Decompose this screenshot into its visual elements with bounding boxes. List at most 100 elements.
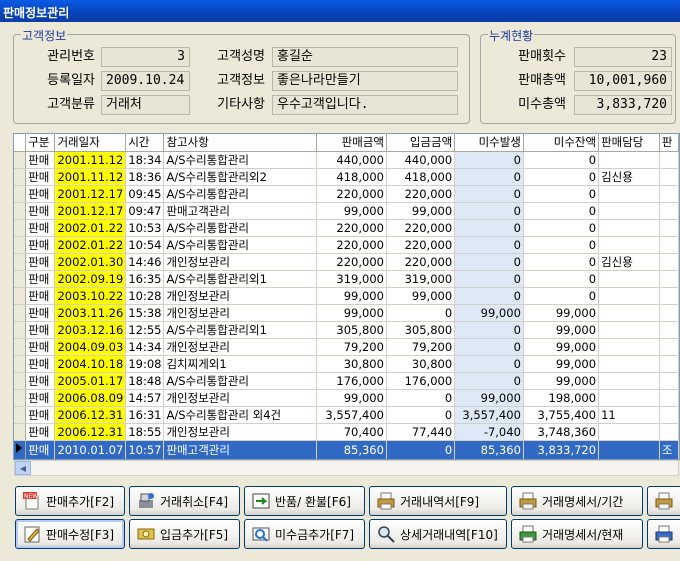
- cell-sales-amount: 30,800: [316, 355, 387, 373]
- cell-deposit-amount: 77,440: [386, 423, 456, 441]
- table-row[interactable]: 판매 2001.12.17 09:45 A/S수리통합관리 220,000 220,000…: [14, 185, 679, 203]
- horizontal-scrollbar[interactable]: ◀: [14, 460, 679, 476]
- other-notes-field[interactable]: 우수고객입니다.: [272, 95, 458, 115]
- table-row[interactable]: 판매 2001.11.12 18:34 A/S수리통합관리 440,000 440,000…: [14, 151, 679, 169]
- table-row[interactable]: 판매 2002.09.19 16:35 A/S수리통합관리외1 319,000 319,0…: [14, 270, 679, 288]
- table-row[interactable]: 판매 2001.12.17 09:47 판매고객관리 99,000 99,000 0 0: [14, 202, 679, 220]
- row-indicator[interactable]: [14, 372, 27, 390]
- mgmt-no-field[interactable]: 3: [101, 47, 190, 67]
- table-row[interactable]: 판매 2006.12.31 18:55 개인정보관리 70,400 77,440 -7,04…: [14, 423, 679, 441]
- table-row[interactable]: 판매 2005.01.17 18:48 A/S수리통합관리 176,000 176,000…: [14, 372, 679, 390]
- cell-note: A/S수리통합관리: [163, 372, 317, 390]
- detail-history-button[interactable]: 상세거래내역[F10]: [369, 519, 507, 549]
- cell-unpaid-balance: 99,000: [523, 304, 600, 322]
- col-header-note[interactable]: 참고사항: [163, 134, 317, 152]
- table-row[interactable]: 판매 2004.09.03 14:34 개인정보관리 79,200 79,200 0 99,0…: [14, 338, 679, 356]
- col-header-unpaid-incurred[interactable]: 미수발생: [454, 134, 524, 152]
- unpaid-add-button[interactable]: 미수금추가[F7]: [244, 519, 365, 549]
- statement-period-label: 거래명세서/기간: [542, 494, 624, 509]
- row-indicator[interactable]: [14, 185, 27, 203]
- col-header-sales-amount[interactable]: 판매금액: [316, 134, 387, 152]
- cell-type: 판매: [25, 185, 56, 203]
- unpaid-total-field[interactable]: 3,833,720: [574, 95, 672, 115]
- cell-note: 개인정보관리: [163, 423, 317, 441]
- cell-deposit-amount: 440,000: [386, 151, 456, 169]
- printer-icon: [655, 492, 673, 510]
- col-header-date[interactable]: 거래일자: [54, 134, 127, 152]
- customer-name-field[interactable]: 홍길순: [272, 47, 458, 67]
- cell-sales-staff: [598, 321, 660, 339]
- sales-grid[interactable]: 구분 거래일자 시간 참고사항 판매금액 입금금액 미수발생 미수잔액 판매담당…: [13, 133, 680, 460]
- row-indicator[interactable]: [14, 304, 27, 322]
- cell-unpaid-incurred: 0: [454, 202, 524, 220]
- return-refund-button[interactable]: 반품/ 환불[F6]: [244, 486, 365, 516]
- cell-sales-staff: [598, 355, 660, 373]
- col-header-time[interactable]: 시간: [125, 134, 165, 152]
- cell-unpaid-incurred: 0: [454, 219, 524, 237]
- cell-unpaid-incurred: 0: [454, 151, 524, 169]
- col-header-deposit-amount[interactable]: 입금금액: [386, 134, 456, 152]
- table-row[interactable]: 판매 2002.01.22 10:54 A/S수리통합관리 220,000 220,000…: [14, 236, 679, 254]
- cell-sales-staff: [598, 185, 660, 203]
- table-row[interactable]: 판매 2002.01.22 10:53 A/S수리통합관리 220,000 220,000…: [14, 219, 679, 237]
- cancel-transaction-button[interactable]: 거래취소[F4]: [129, 486, 240, 516]
- table-row[interactable]: 판매 2006.12.31 16:31 A/S수리통합관리 외4건 3,557,400 0…: [14, 406, 679, 424]
- unpaid-total-label: 미수총액: [518, 97, 566, 112]
- customer-info-field[interactable]: 좋은나라만들기: [272, 71, 458, 91]
- table-row[interactable]: 판매 2010.01.07 10:57 판매고객관리 85,360 0 85,360 3,83…: [14, 440, 679, 459]
- row-indicator[interactable]: [14, 321, 27, 339]
- row-indicator[interactable]: [14, 270, 27, 288]
- col-header-unpaid-balance[interactable]: 미수잔액: [523, 134, 600, 152]
- row-indicator[interactable]: [14, 338, 27, 356]
- row-indicator[interactable]: [14, 389, 27, 407]
- sales-info-window: 판매정보관리 고객정보 관리번호 3 고객성명 홍길순 등록일자 2009.10…: [0, 0, 680, 561]
- row-indicator[interactable]: [14, 253, 27, 271]
- row-indicator[interactable]: [14, 219, 27, 237]
- row-indicator[interactable]: [14, 355, 27, 373]
- table-row[interactable]: 판매 2002.01.30 14:46 개인정보관리 220,000 220,000 0 0 김…: [14, 253, 679, 271]
- table-row[interactable]: 판매 2001.11.12 18:36 A/S수리통합관리외2 418,000 418,0…: [14, 168, 679, 186]
- row-indicator[interactable]: [14, 168, 27, 186]
- category-field[interactable]: 거래처: [101, 95, 190, 115]
- cell-extra: [659, 389, 679, 407]
- col-header-type[interactable]: 구분: [25, 134, 56, 152]
- row-indicator[interactable]: [14, 406, 27, 424]
- scroll-left-arrow-icon[interactable]: ◀: [15, 461, 31, 475]
- row-indicator[interactable]: [14, 151, 27, 169]
- cell-type: 판매: [25, 389, 56, 407]
- row-indicator[interactable]: [14, 287, 27, 305]
- row-indicator[interactable]: [14, 236, 27, 254]
- table-row[interactable]: 판매 2003.11.26 15:38 개인정보관리 99,000 0 99,000 99,0…: [14, 304, 679, 322]
- transaction-history-button[interactable]: 거래내역서[F9]: [369, 486, 507, 516]
- row-indicator[interactable]: [14, 202, 27, 220]
- print-more-button[interactable]: [647, 486, 680, 516]
- table-row[interactable]: 판매 2006.08.09 14:57 개인정보관리 99,000 0 99,000 198,…: [14, 389, 679, 407]
- statement-current-button[interactable]: 거래명세서/현재: [511, 519, 643, 549]
- table-row[interactable]: 판매 2003.12.16 12:55 A/S수리통합관리외1 305,800 305,8…: [14, 321, 679, 339]
- cell-type: 판매: [25, 287, 56, 305]
- mgmt-no-label: 관리번호: [47, 49, 95, 64]
- sales-count-field[interactable]: 23: [574, 47, 672, 67]
- cell-unpaid-balance: 99,000: [523, 321, 600, 339]
- col-header-extra[interactable]: 판: [659, 134, 679, 152]
- row-indicator[interactable]: [14, 440, 27, 459]
- table-row[interactable]: 판매 2004.10.18 19:08 김치찌게외1 30,800 30,800 0 99,0…: [14, 355, 679, 373]
- reg-date-field[interactable]: 2009.10.24: [101, 71, 190, 91]
- print-blue-button[interactable]: [647, 519, 680, 549]
- col-header-sales-staff[interactable]: 판매담당: [598, 134, 660, 152]
- row-pointer-icon: [16, 442, 22, 453]
- cell-deposit-amount: 319,000: [386, 270, 456, 288]
- cell-unpaid-incurred: 0: [454, 321, 524, 339]
- deposit-add-button[interactable]: 입금추가[F5]: [129, 519, 240, 549]
- cell-extra: [659, 287, 679, 305]
- cell-date: 2006.12.31: [54, 423, 127, 441]
- money-icon: [137, 528, 155, 540]
- statement-period-button[interactable]: 거래명세서/기간: [511, 486, 643, 516]
- sales-edit-button[interactable]: 판매수정[F3]: [15, 519, 125, 549]
- table-row[interactable]: 판매 2003.10.22 10:28 개인정보관리 99,000 99,000 0 0: [14, 287, 679, 305]
- cell-note: A/S수리통합관리외1: [163, 321, 317, 339]
- row-indicator[interactable]: [14, 423, 27, 441]
- sales-total-field[interactable]: 10,001,960: [574, 71, 672, 91]
- sales-add-button[interactable]: NEW 판매추가[F2]: [15, 486, 125, 516]
- header-indicator: [14, 134, 27, 152]
